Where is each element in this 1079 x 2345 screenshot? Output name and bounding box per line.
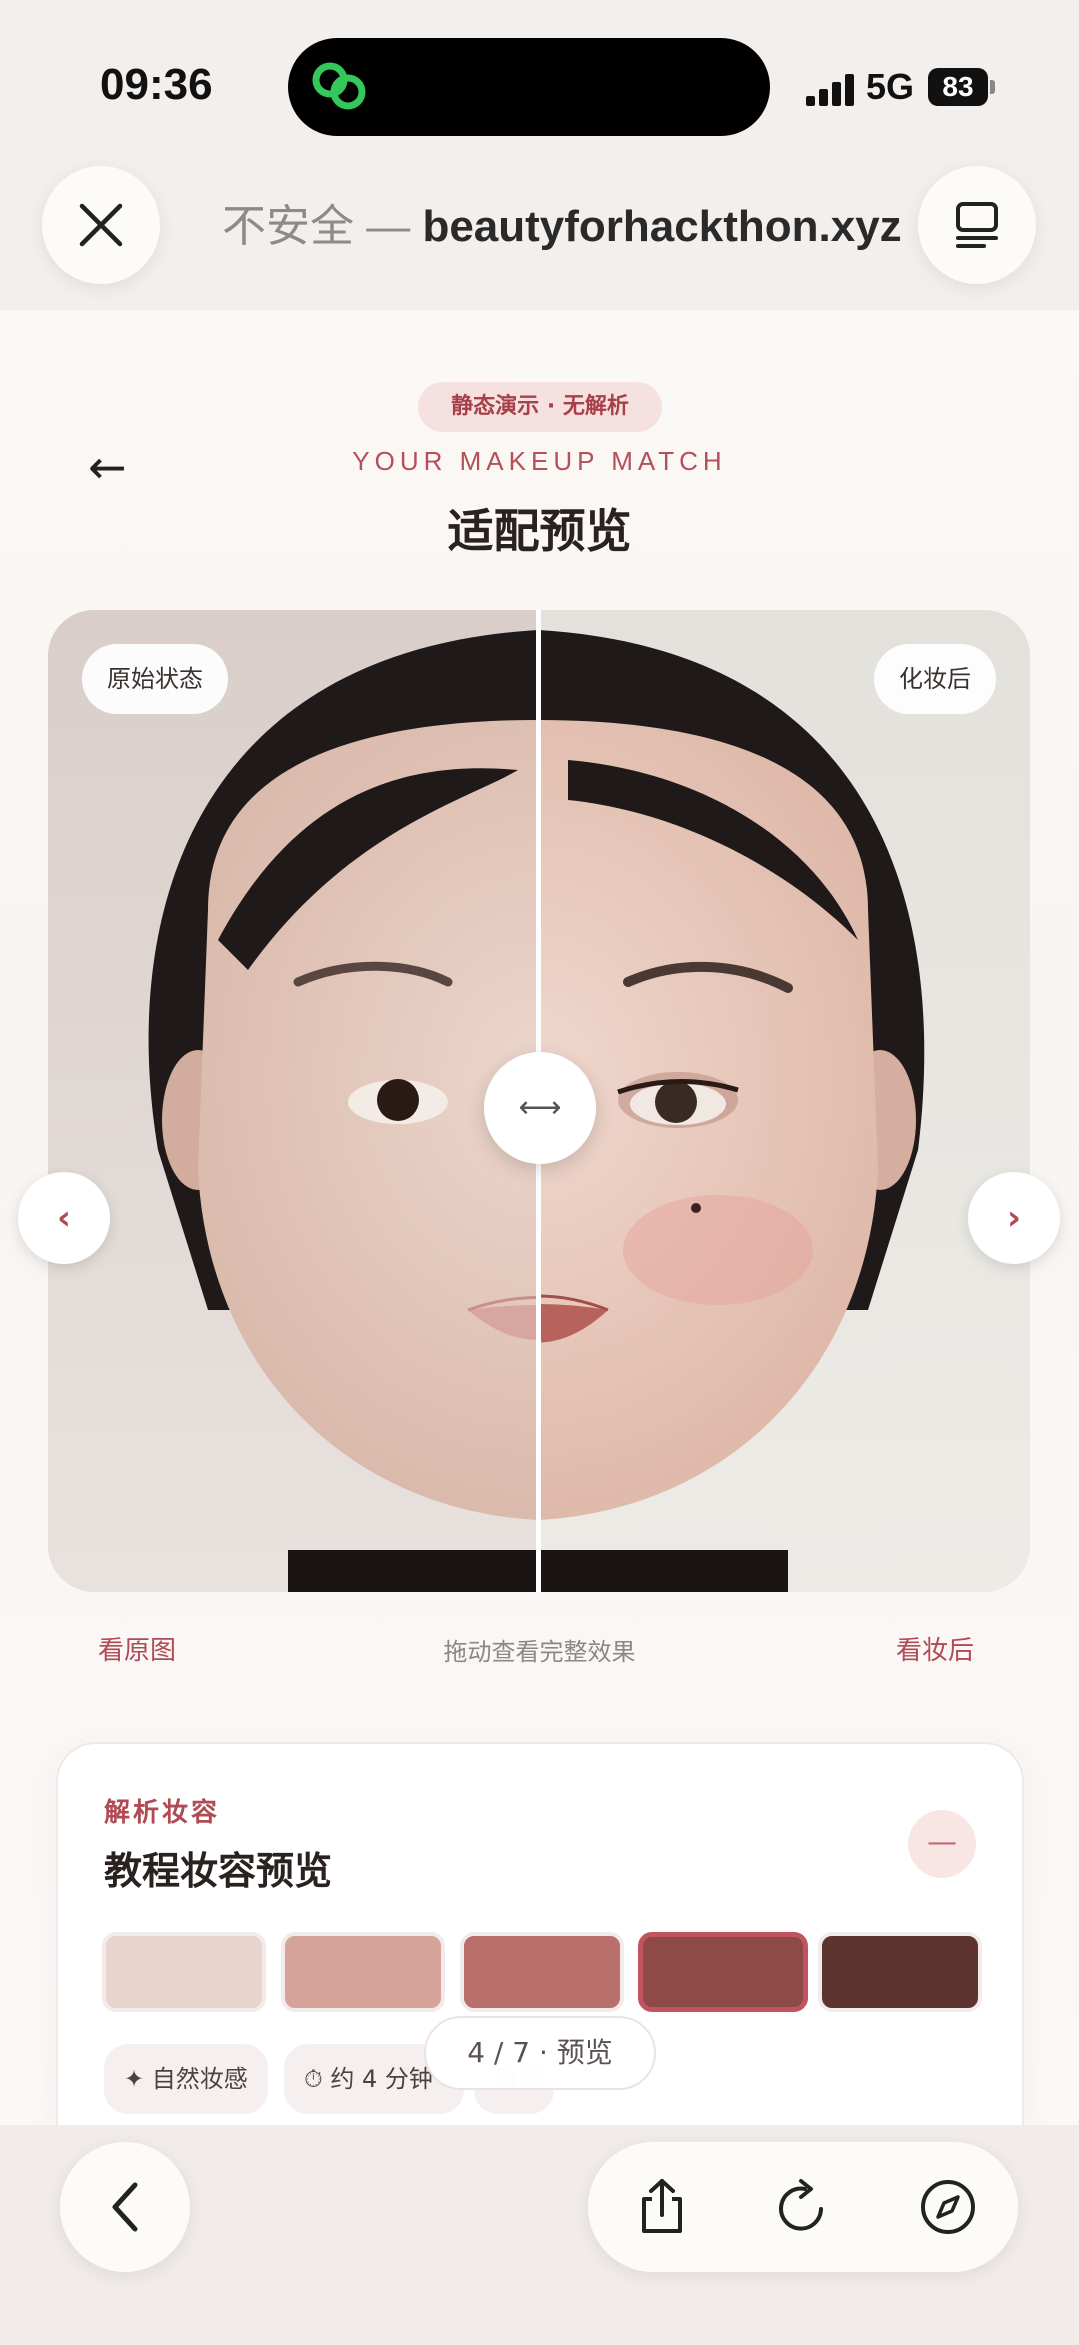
color-swatches — [102, 1932, 982, 2012]
link-activity-icon — [312, 62, 366, 110]
demo-badge: 静态演示 · 无解析 — [418, 382, 662, 432]
drag-handle[interactable]: ⟷ — [484, 1052, 596, 1164]
swatch-1[interactable] — [102, 1932, 266, 2012]
collapse-button[interactable]: — — [908, 1810, 976, 1878]
close-icon — [79, 203, 123, 247]
view-makeup-link[interactable]: 看妆后 — [896, 1630, 974, 1667]
minus-icon: — — [927, 1825, 957, 1860]
swatch-4[interactable] — [638, 1932, 808, 2012]
reload-icon[interactable] — [773, 2177, 833, 2237]
url-insecure-label: 不安全 — — [222, 202, 423, 251]
browser-actions — [588, 2142, 1018, 2272]
tabs-icon — [956, 202, 998, 248]
compass-icon[interactable] — [918, 2177, 978, 2237]
chip-style: ✦ 自然妆感 — [104, 2044, 268, 2114]
status-bar: 09:36 5G 83 — [0, 0, 1079, 170]
after-label: 化妆后 — [874, 644, 996, 714]
chevron-left-icon: ‹ — [56, 1198, 71, 1238]
status-time: 09:36 — [100, 60, 213, 109]
swatch-5[interactable] — [818, 1932, 982, 2012]
before-after-compare[interactable]: 原始状态 化妆后 ⟷ — [48, 610, 1030, 1592]
page-kicker: YOUR MAKEUP MATCH — [352, 446, 727, 476]
battery-icon: 83 — [928, 68, 988, 106]
signal-icon — [806, 74, 858, 106]
page-title: 适配预览 — [447, 504, 632, 558]
address-bar[interactable]: 不安全 — beautyforhackthon.xyz — [222, 190, 902, 260]
chevron-left-icon — [112, 2182, 138, 2232]
network-type: 5G — [866, 66, 915, 107]
before-label: 原始状态 — [82, 644, 228, 714]
browser-back-button[interactable] — [60, 2142, 190, 2272]
battery-level: 83 — [942, 71, 974, 102]
chevron-right-icon: › — [1006, 1198, 1021, 1238]
tabs-button[interactable] — [918, 166, 1036, 284]
url-domain: beautyforhackthon.xyz — [422, 202, 902, 251]
drag-arrows-icon: ⟷ — [518, 1090, 562, 1125]
battery-nub — [990, 80, 995, 94]
swatch-3[interactable] — [460, 1932, 624, 2012]
close-button[interactable] — [42, 166, 160, 284]
step-indicator: 4 / 7 · 预览 — [424, 2016, 656, 2090]
web-page: ← 静态演示 · 无解析 YOUR MAKEUP MATCH 适配预览 原始状态… — [0, 310, 1079, 2125]
prev-button[interactable]: ‹ — [18, 1172, 110, 1264]
card-title: 教程妆容预览 — [104, 1849, 333, 1893]
next-button[interactable]: › — [968, 1172, 1060, 1264]
share-icon[interactable] — [632, 2177, 692, 2237]
card-kicker: 解析妆容 — [104, 1798, 221, 1828]
swatch-2[interactable] — [281, 1932, 445, 2012]
